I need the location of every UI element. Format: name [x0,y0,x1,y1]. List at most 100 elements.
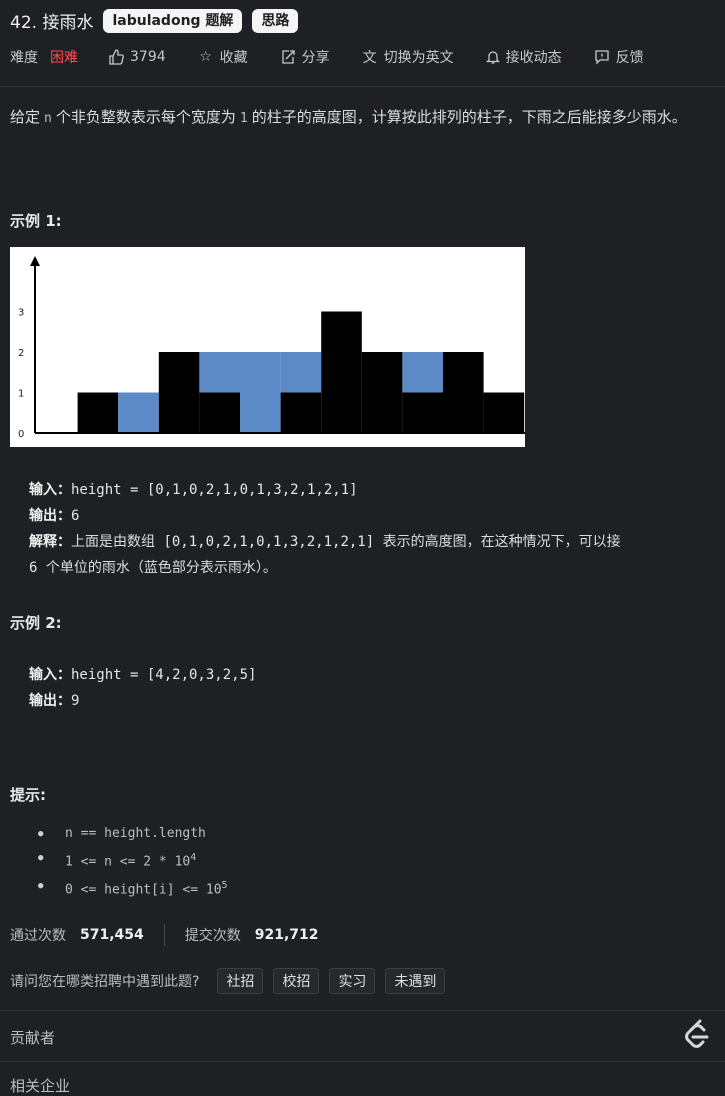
height-bar [402,392,443,433]
water-bar [199,352,240,393]
hints-heading: 提示: [10,786,46,804]
header-divider [0,86,725,87]
example2-input: 输入：height = [4,2,0,3,2,5] [29,662,256,688]
input-value: height = [4,2,0,3,2,5] [71,667,257,683]
subscribe-button[interactable]: 接收动态 [485,47,562,67]
title-row: 42. 接雨水 labuladong 题解 思路 [10,8,299,33]
submitted-label: 提交次数 [184,928,241,944]
bell-icon [485,51,500,64]
hint-exponent: 5 [221,880,228,892]
submitted-value: 921,712 [254,927,319,943]
example1-input: 输入：height = [0,1,0,2,1,0,1,3,2,1,2,1] [29,477,699,503]
desc-code-1: 1 [239,111,248,126]
share-label: 分享 [301,50,330,66]
water-bar [402,352,443,393]
contributors-label[interactable]: 贡献者 [10,1027,55,1048]
favorite-label: 收藏 [219,50,248,66]
example2-block: 输入：height = [4,2,0,3,2,5] 输出：9 [29,662,256,714]
star-icon: ☆ [199,49,212,65]
idea-badge[interactable]: 思路 [252,8,299,33]
desc-text-1: 给定 [10,108,41,126]
hint-exponent: 4 [190,852,197,863]
related-company-label[interactable]: 相关企业 [10,1075,70,1096]
example2-heading: 示例 2: [10,614,62,632]
output-label: 输出： [29,693,71,709]
height-bar [321,311,362,433]
output-value: 6 [71,508,80,524]
switch-language-button[interactable]: 文 切换为英文 [362,47,454,67]
explain-text-line2: 个单位的雨水（蓝色部分表示雨水）。 [45,560,277,576]
hint-item: n == height.length [38,822,228,846]
height-bar [443,352,484,433]
y-tick-label: 2 [18,348,24,359]
like-button[interactable]: 3794 [108,49,166,65]
water-bar [240,352,281,433]
explain-text-pre: 上面是由数组 [71,534,155,550]
output-value: 9 [71,693,80,709]
example1-explanation: 解释：上面是由数组 [0,1,0,2,1,0,1,3,2,1,2,1] 表示的高… [29,529,699,555]
input-label: 输入： [29,667,71,683]
like-count: 3794 [130,49,166,65]
hint-text: n == height.length [65,826,206,841]
explain-num: 6 [29,560,38,576]
y-tick-label: 1 [18,389,24,400]
desc-text-3: 的柱子的高度图，计算按此排列的柱子，下雨之后能接多少雨水。 [251,108,687,126]
example1-explanation-line2: 6 个单位的雨水（蓝色部分表示雨水）。 [29,555,699,581]
water-bar [280,352,322,393]
share-button[interactable]: 分享 [280,47,330,67]
labuladong-badge[interactable]: labuladong 题解 [103,8,243,33]
section-divider [0,1010,725,1011]
feedback-label: 反馈 [615,50,644,66]
leetcode-logo-icon [685,1019,709,1048]
height-bar [280,392,322,433]
example1-output: 输出：6 [29,503,699,529]
rainwater-chart-svg: 0 1 2 3 [18,256,525,440]
recruitment-question-row: 请问您在哪类招聘中遇到此题? 社招 校招 实习 未遇到 [10,968,446,994]
hint-text: 1 <= n <= 2 * 10 [65,854,191,870]
height-bar [199,392,240,433]
thumbs-up-icon [109,49,124,65]
problem-description: 给定 n 个非负整数表示每个宽度为 1 的柱子的高度图，计算按此排列的柱子，下雨之后能接… [10,104,710,132]
translate-icon: 文 [362,50,377,66]
example1-block: 输入：height = [0,1,0,2,1,0,1,3,2,1,2,1] 输出… [29,477,699,581]
feedback-icon [594,50,609,65]
example2-output: 输出：9 [29,688,256,714]
share-icon [281,50,295,64]
recruitment-question: 请问您在哪类招聘中遇到此题? [10,974,200,990]
difficulty-value: 困难 [50,50,78,66]
tag-internship[interactable]: 实习 [329,968,376,994]
desc-text-2: 个非负整数表示每个宽度为 [55,108,236,126]
output-label: 输出： [29,508,71,524]
rainwater-chart: 0 1 2 3 [10,247,525,447]
height-bar [77,392,119,433]
height-bar [483,392,525,433]
hints-list: n == height.length 1 <= n <= 2 * 104 0 <… [38,822,228,903]
y-tick-label: 0 [18,429,24,440]
problem-title: 42. 接雨水 [10,13,94,33]
stats-row: 通过次数 571,454 提交次数 921,712 [10,924,319,946]
section-divider [0,1061,725,1062]
tag-campus-recruit[interactable]: 校招 [273,968,320,994]
tag-social-recruit[interactable]: 社招 [217,968,264,994]
accepted-value: 571,454 [80,927,144,943]
input-value: height = [0,1,0,2,1,0,1,3,2,1,2,1] [71,482,358,498]
y-axis-arrow [30,256,40,266]
hint-item: 0 <= height[i] <= 105 [38,874,228,902]
explain-label: 解释： [29,534,71,550]
hint-item: 1 <= n <= 2 * 104 [38,846,228,874]
feedback-button[interactable]: 反馈 [594,47,644,67]
accepted-label: 通过次数 [10,928,66,944]
subscribe-label: 接收动态 [505,50,562,66]
desc-code-n: n [44,111,52,126]
difficulty-label: 难度 [10,50,38,66]
input-label: 输入： [29,482,71,498]
favorite-button[interactable]: ☆ 收藏 [198,47,248,67]
explain-text-post: 表示的高度图，在这种情况下，可以接 [382,534,621,550]
y-tick-label: 3 [18,308,24,319]
meta-row: 难度 困难 3794 ☆ 收藏 分享 文 切换为英文 接收动态 反馈 [10,47,715,67]
explain-array: [0,1,0,2,1,0,1,3,2,1,2,1] [163,534,375,550]
height-bar [361,352,403,433]
water-bar [118,392,159,433]
example1-heading: 示例 1: [10,212,62,230]
tag-not-encountered[interactable]: 未遇到 [385,968,446,994]
